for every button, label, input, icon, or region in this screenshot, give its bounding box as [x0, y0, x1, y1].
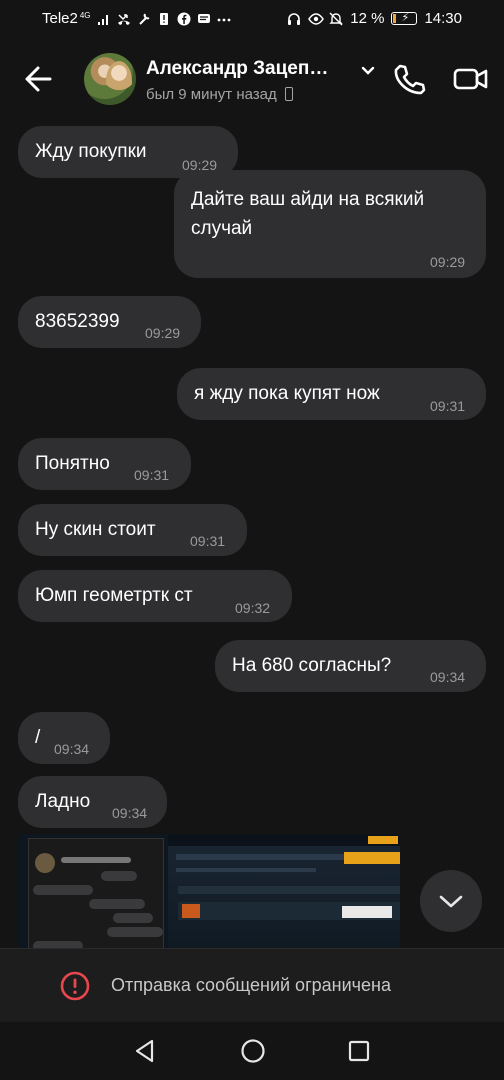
- message-bubble[interactable]: Юмп геометртк ст 09:32: [18, 570, 292, 622]
- message-time: 09:32: [235, 600, 271, 616]
- message-time: 09:31: [134, 467, 170, 483]
- nav-back-button[interactable]: [132, 1038, 158, 1064]
- video-call-button[interactable]: [452, 62, 490, 96]
- headphones-icon: [287, 12, 301, 26]
- message-bubble[interactable]: Понятно 09:31: [18, 438, 191, 490]
- message-time: 09:34: [112, 805, 148, 821]
- message-bubble[interactable]: / 09:34: [18, 712, 110, 764]
- message-text: Юмп геометртк ст: [35, 585, 193, 606]
- avatar[interactable]: [84, 53, 136, 105]
- status-left: Tele2 4G: [42, 10, 231, 27]
- message-text: Ну скин стоит: [35, 519, 156, 540]
- contact-name[interactable]: Александр Зацеп…: [146, 58, 356, 80]
- chevron-down-icon: [439, 895, 463, 908]
- back-button[interactable]: [20, 60, 58, 98]
- message-time: 09:29: [145, 325, 181, 341]
- clock: 14:30: [424, 10, 462, 27]
- messaging-restricted-banner: Отправка сообщений ограничена: [0, 948, 504, 1022]
- message-bubble[interactable]: я жду пока купят нож 09:31: [177, 368, 486, 420]
- more-dots-icon: [217, 12, 231, 26]
- message-icon: [197, 12, 211, 26]
- signal-icon: [97, 12, 111, 26]
- chevron-down-icon: [361, 66, 375, 75]
- message-text: На 680 согласны?: [232, 655, 392, 676]
- status-right: 12 % ⚡ 14:30: [287, 10, 462, 27]
- attachment-game-thumbnail: [168, 834, 400, 948]
- message-bubble[interactable]: 83652399 09:29: [18, 296, 201, 348]
- sim-alert-icon: [157, 12, 171, 26]
- arrow-left-icon: [25, 66, 52, 92]
- square-recents-icon: [348, 1040, 370, 1062]
- message-bubble[interactable]: Ну скин стоит 09:31: [18, 504, 247, 556]
- chat-header: Александр Зацеп… был 9 минут назад: [0, 38, 504, 120]
- scroll-to-bottom-button[interactable]: [420, 870, 482, 932]
- message-text: Понятно: [35, 453, 110, 474]
- circle-home-icon: [241, 1039, 265, 1063]
- tool-icon: [137, 12, 151, 26]
- network-label: 4G: [79, 10, 91, 20]
- mobile-device-icon: [284, 87, 293, 101]
- message-bubble[interactable]: На 680 согласны? 09:34: [215, 640, 486, 692]
- message-time: 09:31: [430, 398, 466, 414]
- message-time: 09:29: [430, 254, 466, 270]
- attachment-phone-thumbnail: [28, 838, 164, 948]
- call-button[interactable]: [390, 60, 428, 98]
- message-text: 83652399: [35, 311, 120, 332]
- nav-recents-button[interactable]: [346, 1038, 372, 1064]
- contact-menu-chevron[interactable]: [358, 60, 378, 80]
- facebook-icon: [177, 12, 191, 26]
- nav-home-button[interactable]: [240, 1038, 266, 1064]
- restriction-message: Отправка сообщений ограничена: [111, 975, 391, 995]
- message-text: /: [35, 727, 41, 748]
- message-time: 09:31: [190, 533, 226, 549]
- battery-percent: 12 %: [350, 10, 385, 27]
- system-nav-bar: [0, 1022, 504, 1080]
- video-camera-icon: [453, 68, 488, 90]
- image-attachment[interactable]: [18, 834, 400, 948]
- mute-bell-icon: [329, 12, 343, 26]
- triangle-back-icon: [135, 1039, 154, 1063]
- message-text: Дайте ваш айди на всякий случай: [191, 189, 425, 239]
- missed-call-icon: [117, 12, 131, 26]
- message-text: Жду покупки: [35, 141, 147, 162]
- message-time: 09:34: [430, 669, 466, 685]
- alert-circle-icon: [60, 971, 90, 1001]
- eye-icon: [308, 12, 325, 26]
- phone-icon: [394, 64, 426, 95]
- carrier-label: Tele2: [42, 10, 78, 27]
- message-time: 09:34: [54, 741, 90, 757]
- message-list[interactable]: Жду покупки 09:29 Дайте ваш айди на всяк…: [0, 120, 504, 948]
- last-seen-text: был 9 минут назад: [146, 86, 277, 103]
- message-text: Ладно: [35, 791, 91, 812]
- message-bubble[interactable]: Ладно 09:34: [18, 776, 167, 828]
- message-bubble[interactable]: Дайте ваш айди на всякий случай 09:29: [174, 170, 486, 278]
- message-text: я жду пока купят нож: [194, 383, 380, 404]
- battery-icon: ⚡: [391, 12, 418, 25]
- status-bar: Tele2 4G 12 % ⚡ 14:30: [0, 0, 504, 38]
- last-seen-status: был 9 минут назад: [146, 86, 293, 103]
